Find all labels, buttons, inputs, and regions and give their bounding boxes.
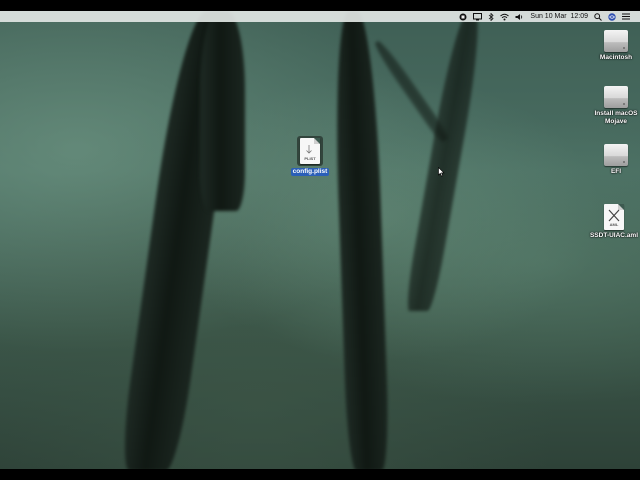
hard-drive-icon — [604, 26, 628, 52]
desktop-icon-macintosh[interactable]: Macintosh — [586, 26, 640, 62]
desktop-icon-label: config.plist — [290, 168, 330, 176]
bluetooth-icon[interactable] — [488, 11, 494, 22]
wifi-icon[interactable] — [500, 11, 510, 22]
search-icon[interactable] — [594, 11, 602, 22]
aml-document-icon: AML — [604, 204, 624, 230]
wallpaper-tree — [200, 11, 245, 211]
display-icon[interactable] — [473, 11, 483, 22]
desktop-wallpaper[interactable] — [0, 11, 640, 469]
hard-drive-icon — [604, 82, 628, 108]
selection-highlight: PLIST — [297, 136, 323, 166]
wallpaper-tree — [371, 38, 451, 144]
desktop-icon-label: SSDT-UIAC.aml — [589, 232, 639, 239]
desktop-icon-label: Macintosh — [599, 54, 633, 61]
siri-icon[interactable] — [608, 11, 616, 22]
desktop-icon-install-macos-mojave[interactable]: Install macOS Mojave — [586, 82, 640, 126]
menu-bar: Sun 10 Mar 12:09 — [0, 11, 640, 22]
desktop-icon-efi[interactable]: EFI — [586, 140, 640, 176]
volume-icon[interactable] — [515, 11, 524, 22]
screen: Sun 10 Mar 12:09 Macintosh Install macOS… — [0, 0, 640, 480]
hard-drive-icon — [604, 140, 628, 166]
wallpaper-tree — [331, 11, 391, 469]
desktop-icon-label: EFI — [610, 168, 622, 175]
wallpaper-tree — [403, 11, 487, 311]
notification-center-icon[interactable] — [622, 11, 630, 22]
plist-document-icon: PLIST — [300, 138, 320, 164]
desktop-icon-label: Install macOS Mojave — [594, 110, 638, 125]
desktop-icon-ssdt-uiac[interactable]: AML SSDT-UIAC.aml — [584, 204, 640, 240]
desktop-icon-config-plist[interactable]: PLIST config.plist — [280, 136, 340, 176]
menubar-clock[interactable]: Sun 10 Mar 12:09 — [530, 11, 588, 22]
screen-record-icon[interactable] — [459, 11, 467, 22]
